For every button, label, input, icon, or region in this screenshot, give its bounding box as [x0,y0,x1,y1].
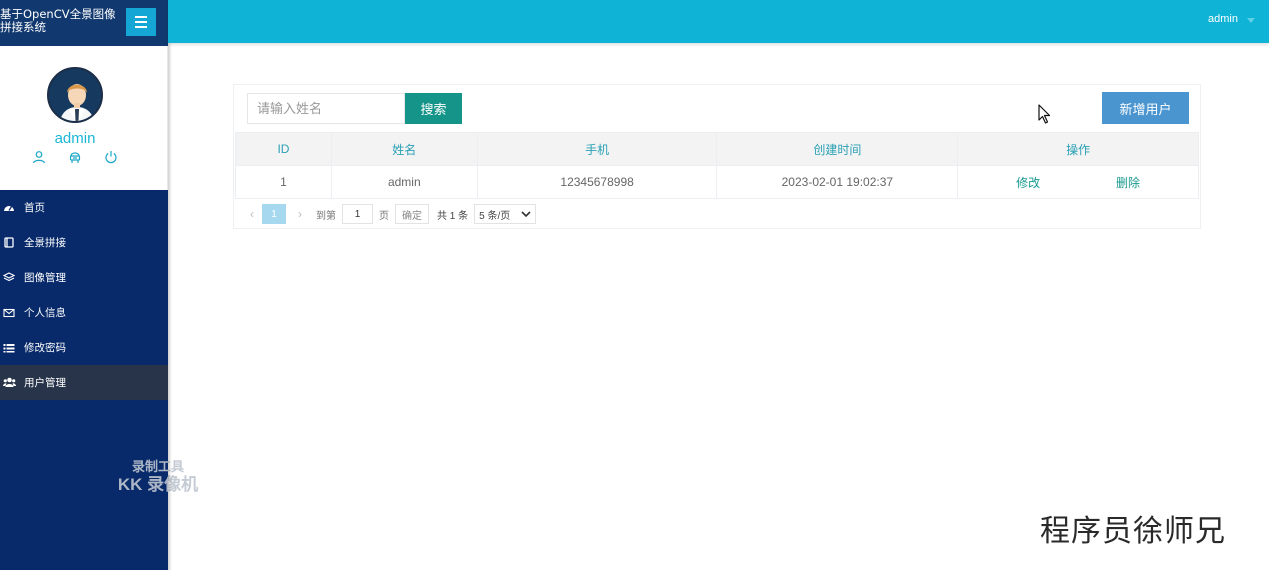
user-name: admin [54,130,96,147]
cell-id: 1 [235,165,332,199]
sidebar-item-label: 个人信息 [24,307,66,319]
watermark-line2: KK 录像机 [117,475,199,494]
watermark-line1: 录制工具 [131,459,184,474]
delete-link[interactable]: 删除 [1116,174,1140,191]
sidebar-item-label: 图像管理 [24,272,66,284]
sidebar-item-label: 修改密码 [24,342,66,354]
users-table: ID 姓名 手机 创建时间 操作 1 admin 12345678998 202… [235,132,1199,199]
sidebar-shadow [168,0,172,570]
sidebar: 基于OpenCV全景图像拼接系统 admin 首页 全景拼接 图像管理 个人信息… [0,0,198,570]
search-input[interactable] [247,93,405,124]
pagination: ‹ 1 › 到第 页 确定 共 1 条 5 条/页 [242,203,537,225]
column-header-phone: 手机 [476,132,718,166]
sidebar-item-label: 首页 [24,202,45,214]
edit-link[interactable]: 修改 [1016,174,1040,191]
power-icon[interactable] [104,150,118,164]
add-user-button[interactable]: 新增用户 [1102,92,1189,124]
cell-name: admin [330,165,478,199]
envelope-icon [2,307,16,319]
table-header-row: ID 姓名 手机 创建时间 操作 [235,132,1199,166]
row-actions: 修改 删除 [958,174,1198,191]
settings-icon[interactable] [68,150,82,164]
page-suffix-label: 页 [379,210,389,222]
avatar[interactable] [47,67,103,123]
table-row: 1 admin 12345678998 2023-02-01 19:02:37 … [235,165,1199,199]
search-button[interactable]: 搜索 [405,93,462,124]
book-icon [2,237,16,249]
dashboard-icon [2,202,16,214]
goto-label: 到第 [316,210,336,222]
sidebar-item-profile[interactable]: 个人信息 [0,295,168,330]
sidebar-item-password[interactable]: 修改密码 [0,330,168,365]
brand-header: 基于OpenCV全景图像拼接系统 [0,0,168,46]
top-bar: admin [168,0,1269,43]
cell-actions: 修改 删除 [957,165,1199,199]
user-icon[interactable] [32,150,46,164]
column-header-created: 创建时间 [716,132,959,166]
hamburger-icon [135,16,147,18]
sidebar-nav: 首页 全景拼接 图像管理 个人信息 修改密码 用户管理 [0,190,168,400]
prev-page-icon[interactable]: ‹ [242,207,262,221]
mouse-cursor-icon [1038,104,1051,124]
sidebar-item-panorama[interactable]: 全景拼接 [0,225,168,260]
users-icon [2,377,16,389]
sidebar-item-label: 用户管理 [24,377,66,389]
cell-created: 2023-02-01 19:02:37 [716,165,959,199]
sidebar-item-label: 全景拼接 [24,237,66,249]
app-title: 基于OpenCV全景图像拼接系统 [0,8,116,34]
caret-down-icon[interactable] [1247,18,1255,23]
sidebar-item-users[interactable]: 用户管理 [0,365,168,400]
goto-confirm-button[interactable]: 确定 [395,204,429,224]
column-header-id: ID [235,132,332,166]
goto-page-input[interactable] [342,204,373,224]
sidebar-item-images[interactable]: 图像管理 [0,260,168,295]
next-page-icon[interactable]: › [290,207,310,221]
chevron-down-icon [521,210,531,217]
list-icon [2,342,16,354]
author-signature: 程序员徐师兄 [1040,514,1226,549]
cell-phone: 12345678998 [476,165,718,199]
total-count: 共 1 条 [437,210,469,222]
page-number-current[interactable]: 1 [262,204,286,224]
layers-icon [2,272,16,284]
column-header-actions: 操作 [957,132,1199,166]
top-user-menu[interactable]: admin [1208,13,1238,25]
user-management-card: 搜索 新增用户 ID 姓名 手机 创建时间 操作 1 admin 1234567… [233,84,1201,229]
menu-toggle-button[interactable] [126,8,156,36]
user-panel: admin [0,46,168,190]
page-size-select[interactable]: 5 条/页 [474,204,537,224]
column-header-name: 姓名 [330,132,478,166]
page-size-value: 5 条/页 [479,210,511,222]
user-actions [32,150,118,164]
sidebar-item-home[interactable]: 首页 [0,190,168,225]
recorder-watermark: 录制工具 KK 录像机 [108,458,208,495]
